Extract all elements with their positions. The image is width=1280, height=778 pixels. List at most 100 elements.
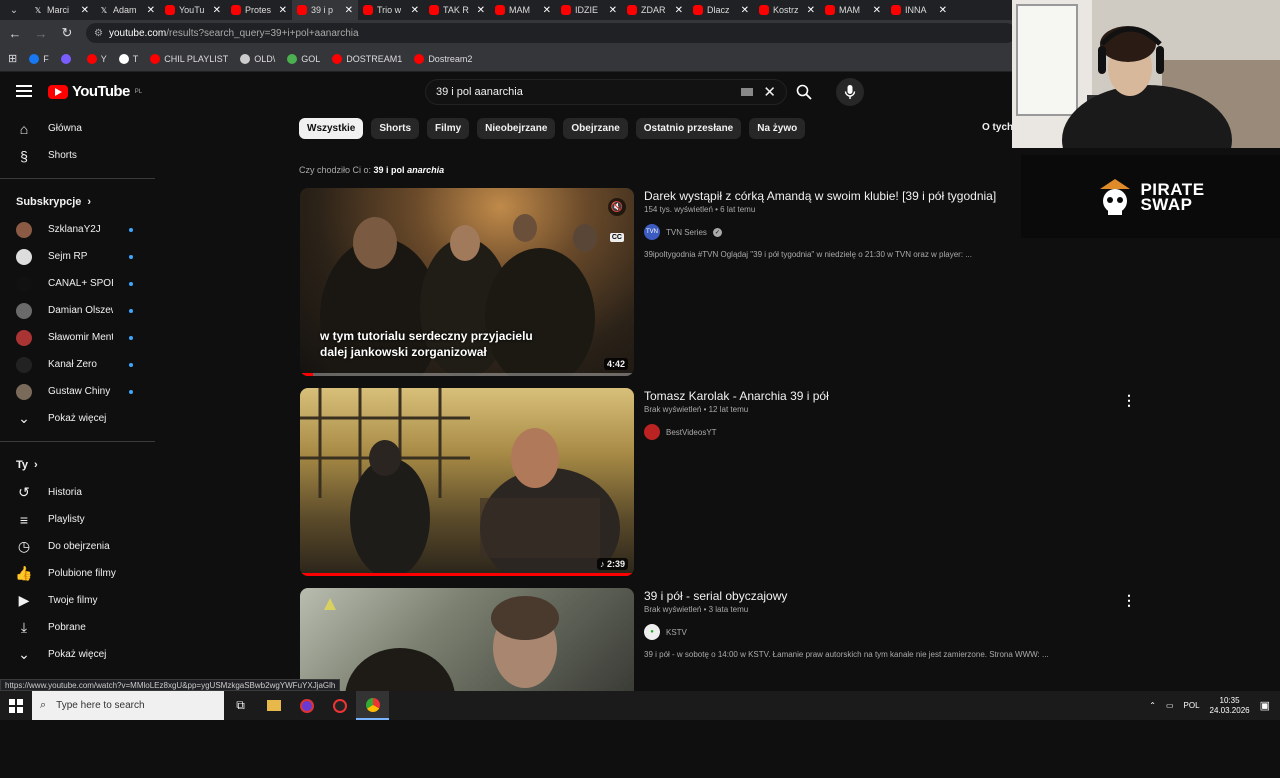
network-icon[interactable]: ▭ (1166, 701, 1174, 710)
browser-tab[interactable]: MAM ✕ (490, 0, 556, 20)
tray-chevron-icon[interactable]: ⌃ (1149, 701, 1156, 710)
subscription-item[interactable]: SzklanaY2J (0, 216, 155, 243)
video-thumbnail[interactable]: 🔇 CC w tym tutorialu serdeczny przyjacie… (300, 188, 634, 376)
search-filters-button[interactable]: O tych (982, 122, 1013, 133)
youtube-logo[interactable]: YouTube PL (48, 83, 142, 100)
filter-chip[interactable]: Nieobejrzane (477, 118, 556, 139)
bookmark-item[interactable]: F (29, 53, 49, 64)
channel-avatar[interactable]: ● (644, 624, 660, 640)
subscriptions-header[interactable]: Subskrypcje › (0, 188, 155, 216)
close-tab-icon[interactable]: ✕ (279, 5, 287, 16)
channel-row[interactable]: BestVideosYT (644, 424, 1174, 440)
notifications-icon[interactable]: ▣ (1260, 699, 1270, 712)
browser-tab[interactable]: ZDAR ✕ (622, 0, 688, 20)
close-tab-icon[interactable]: ✕ (741, 5, 749, 16)
filter-chip[interactable]: Ostatnio przesłane (635, 118, 742, 139)
browser-tab[interactable]: IDZIE ✕ (556, 0, 622, 20)
forward-icon[interactable]: → (34, 26, 48, 41)
bookmark-item[interactable]: T (118, 53, 138, 64)
bookmark-item[interactable]: Y (86, 53, 107, 64)
apps-grid-icon[interactable]: ⊞ (8, 52, 17, 65)
reload-icon[interactable]: ↻ (60, 25, 74, 41)
language-indicator[interactable]: POL (1184, 701, 1200, 710)
bookmark-item[interactable] (60, 53, 75, 64)
browser-tab[interactable]: INNA ✕ (886, 0, 952, 20)
voice-search-button[interactable] (836, 78, 864, 106)
chrome-active-app-icon[interactable] (356, 691, 389, 720)
menu-icon[interactable] (16, 85, 32, 97)
filter-chip[interactable]: Wszystkie (299, 118, 364, 139)
clock[interactable]: 10:35 24.03.2026 (1210, 696, 1250, 716)
close-tab-icon[interactable]: ✕ (873, 5, 881, 16)
task-view-icon[interactable]: ⧉ (224, 691, 257, 720)
closed-captions-icon[interactable]: CC (609, 233, 624, 242)
filter-chip[interactable]: Filmy (427, 118, 470, 139)
video-result[interactable]: ♪ 2:39 Tomasz Karolak - Anarchia 39 i pó… (300, 388, 1200, 578)
file-explorer-icon[interactable] (257, 691, 290, 720)
keyboard-icon[interactable] (741, 88, 754, 96)
sidebar-item[interactable]: ⌄ Pokaż więcej (0, 641, 155, 668)
did-you-mean[interactable]: Czy chodziło Ci o: 39 i pol anarchia (299, 165, 444, 175)
sidebar-item[interactable]: ≡ Playlisty (0, 506, 155, 533)
sidebar-item[interactable]: ↺ Historia (0, 479, 155, 506)
more-actions-icon[interactable]: ⋮ (1122, 392, 1136, 409)
subscription-item[interactable]: Sławomir Mentz... (0, 324, 155, 351)
browser-tab[interactable]: Trio w ✕ (358, 0, 424, 20)
channel-name[interactable]: BestVideosYT (666, 428, 717, 437)
browser-tab[interactable]: YouTu ✕ (160, 0, 226, 20)
subscription-item[interactable]: Kanał Zero (0, 351, 155, 378)
tab-search-icon[interactable]: ⌄ (0, 0, 28, 20)
search-button[interactable] (792, 81, 816, 103)
close-tab-icon[interactable]: ✕ (477, 5, 485, 16)
video-title[interactable]: 39 i pół - serial obyczajowy (644, 588, 1174, 604)
browser-tab[interactable]: TAK R ✕ (424, 0, 490, 20)
browser-tab[interactable]: Protes ✕ (226, 0, 292, 20)
close-tab-icon[interactable]: ✕ (345, 5, 353, 16)
subscriptions-show-more[interactable]: ⌄ Pokaż więcej (0, 405, 155, 432)
close-tab-icon[interactable]: ✕ (807, 5, 815, 16)
search-input[interactable]: 39 i pol aanarchia ✕ (425, 79, 787, 105)
close-tab-icon[interactable]: ✕ (543, 5, 551, 16)
url-field[interactable]: ⚙ youtube.com/results?search_query=39+i+… (86, 23, 1016, 43)
mute-icon[interactable]: 🔇 (608, 198, 626, 216)
close-tab-icon[interactable]: ✕ (213, 5, 221, 16)
close-tab-icon[interactable]: ✕ (939, 5, 947, 16)
browser-tab[interactable]: MAM ✕ (820, 0, 886, 20)
filter-chip[interactable]: Obejrzane (563, 118, 628, 139)
channel-name[interactable]: KSTV (666, 628, 687, 637)
channel-name[interactable]: TVN Series (666, 228, 707, 237)
filter-chip[interactable]: Na żywo (749, 118, 806, 139)
close-tab-icon[interactable]: ✕ (411, 5, 419, 16)
browser-tab[interactable]: 𝕏 Marci ✕ (28, 0, 94, 20)
subscription-item[interactable]: CANAL+ SPORT (0, 270, 155, 297)
browser-tab[interactable]: 39 i p ✕ (292, 0, 358, 20)
channel-avatar[interactable]: TVN (644, 224, 660, 240)
browser-tab[interactable]: Dlacz ✕ (688, 0, 754, 20)
channel-row[interactable]: ● KSTV (644, 624, 1174, 640)
bookmark-item[interactable]: DOSTREAM1 (332, 53, 402, 64)
browser-tab[interactable]: 𝕏 Adam ✕ (94, 0, 160, 20)
close-tab-icon[interactable]: ✕ (147, 5, 155, 16)
sidebar-item[interactable]: ⤓ Pobrane (0, 614, 155, 641)
taskbar-search-box[interactable]: ⌕ Type here to search (32, 691, 224, 720)
bookmark-item[interactable]: Dostream2 (414, 53, 472, 64)
more-actions-icon[interactable]: ⋮ (1122, 592, 1136, 609)
browser-app-icon[interactable] (290, 691, 323, 720)
bookmark-item[interactable]: GOL (287, 53, 320, 64)
subscription-item[interactable]: Sejm RP (0, 243, 155, 270)
video-title[interactable]: Tomasz Karolak - Anarchia 39 i pół (644, 388, 1174, 404)
chrome-app-icon[interactable] (323, 691, 356, 720)
bookmark-item[interactable]: OLD\ (240, 53, 275, 64)
video-result[interactable]: 39 i pół - serial obyczajowy Brak wyświe… (300, 588, 1200, 778)
start-button[interactable] (0, 691, 32, 720)
sidebar-item[interactable]: 👍 Polubione filmy (0, 560, 155, 587)
video-thumbnail[interactable]: ♪ 2:39 (300, 388, 634, 576)
site-info-icon[interactable]: ⚙ (94, 28, 103, 39)
close-tab-icon[interactable]: ✕ (81, 5, 89, 16)
close-tab-icon[interactable]: ✕ (609, 5, 617, 16)
sidebar-item[interactable]: § Shorts (0, 142, 155, 169)
subscription-item[interactable]: Damian Olszews... (0, 297, 155, 324)
channel-avatar[interactable] (644, 424, 660, 440)
sidebar-item[interactable]: ▶ Twoje filmy (0, 587, 155, 614)
filter-chip[interactable]: Shorts (371, 118, 420, 139)
